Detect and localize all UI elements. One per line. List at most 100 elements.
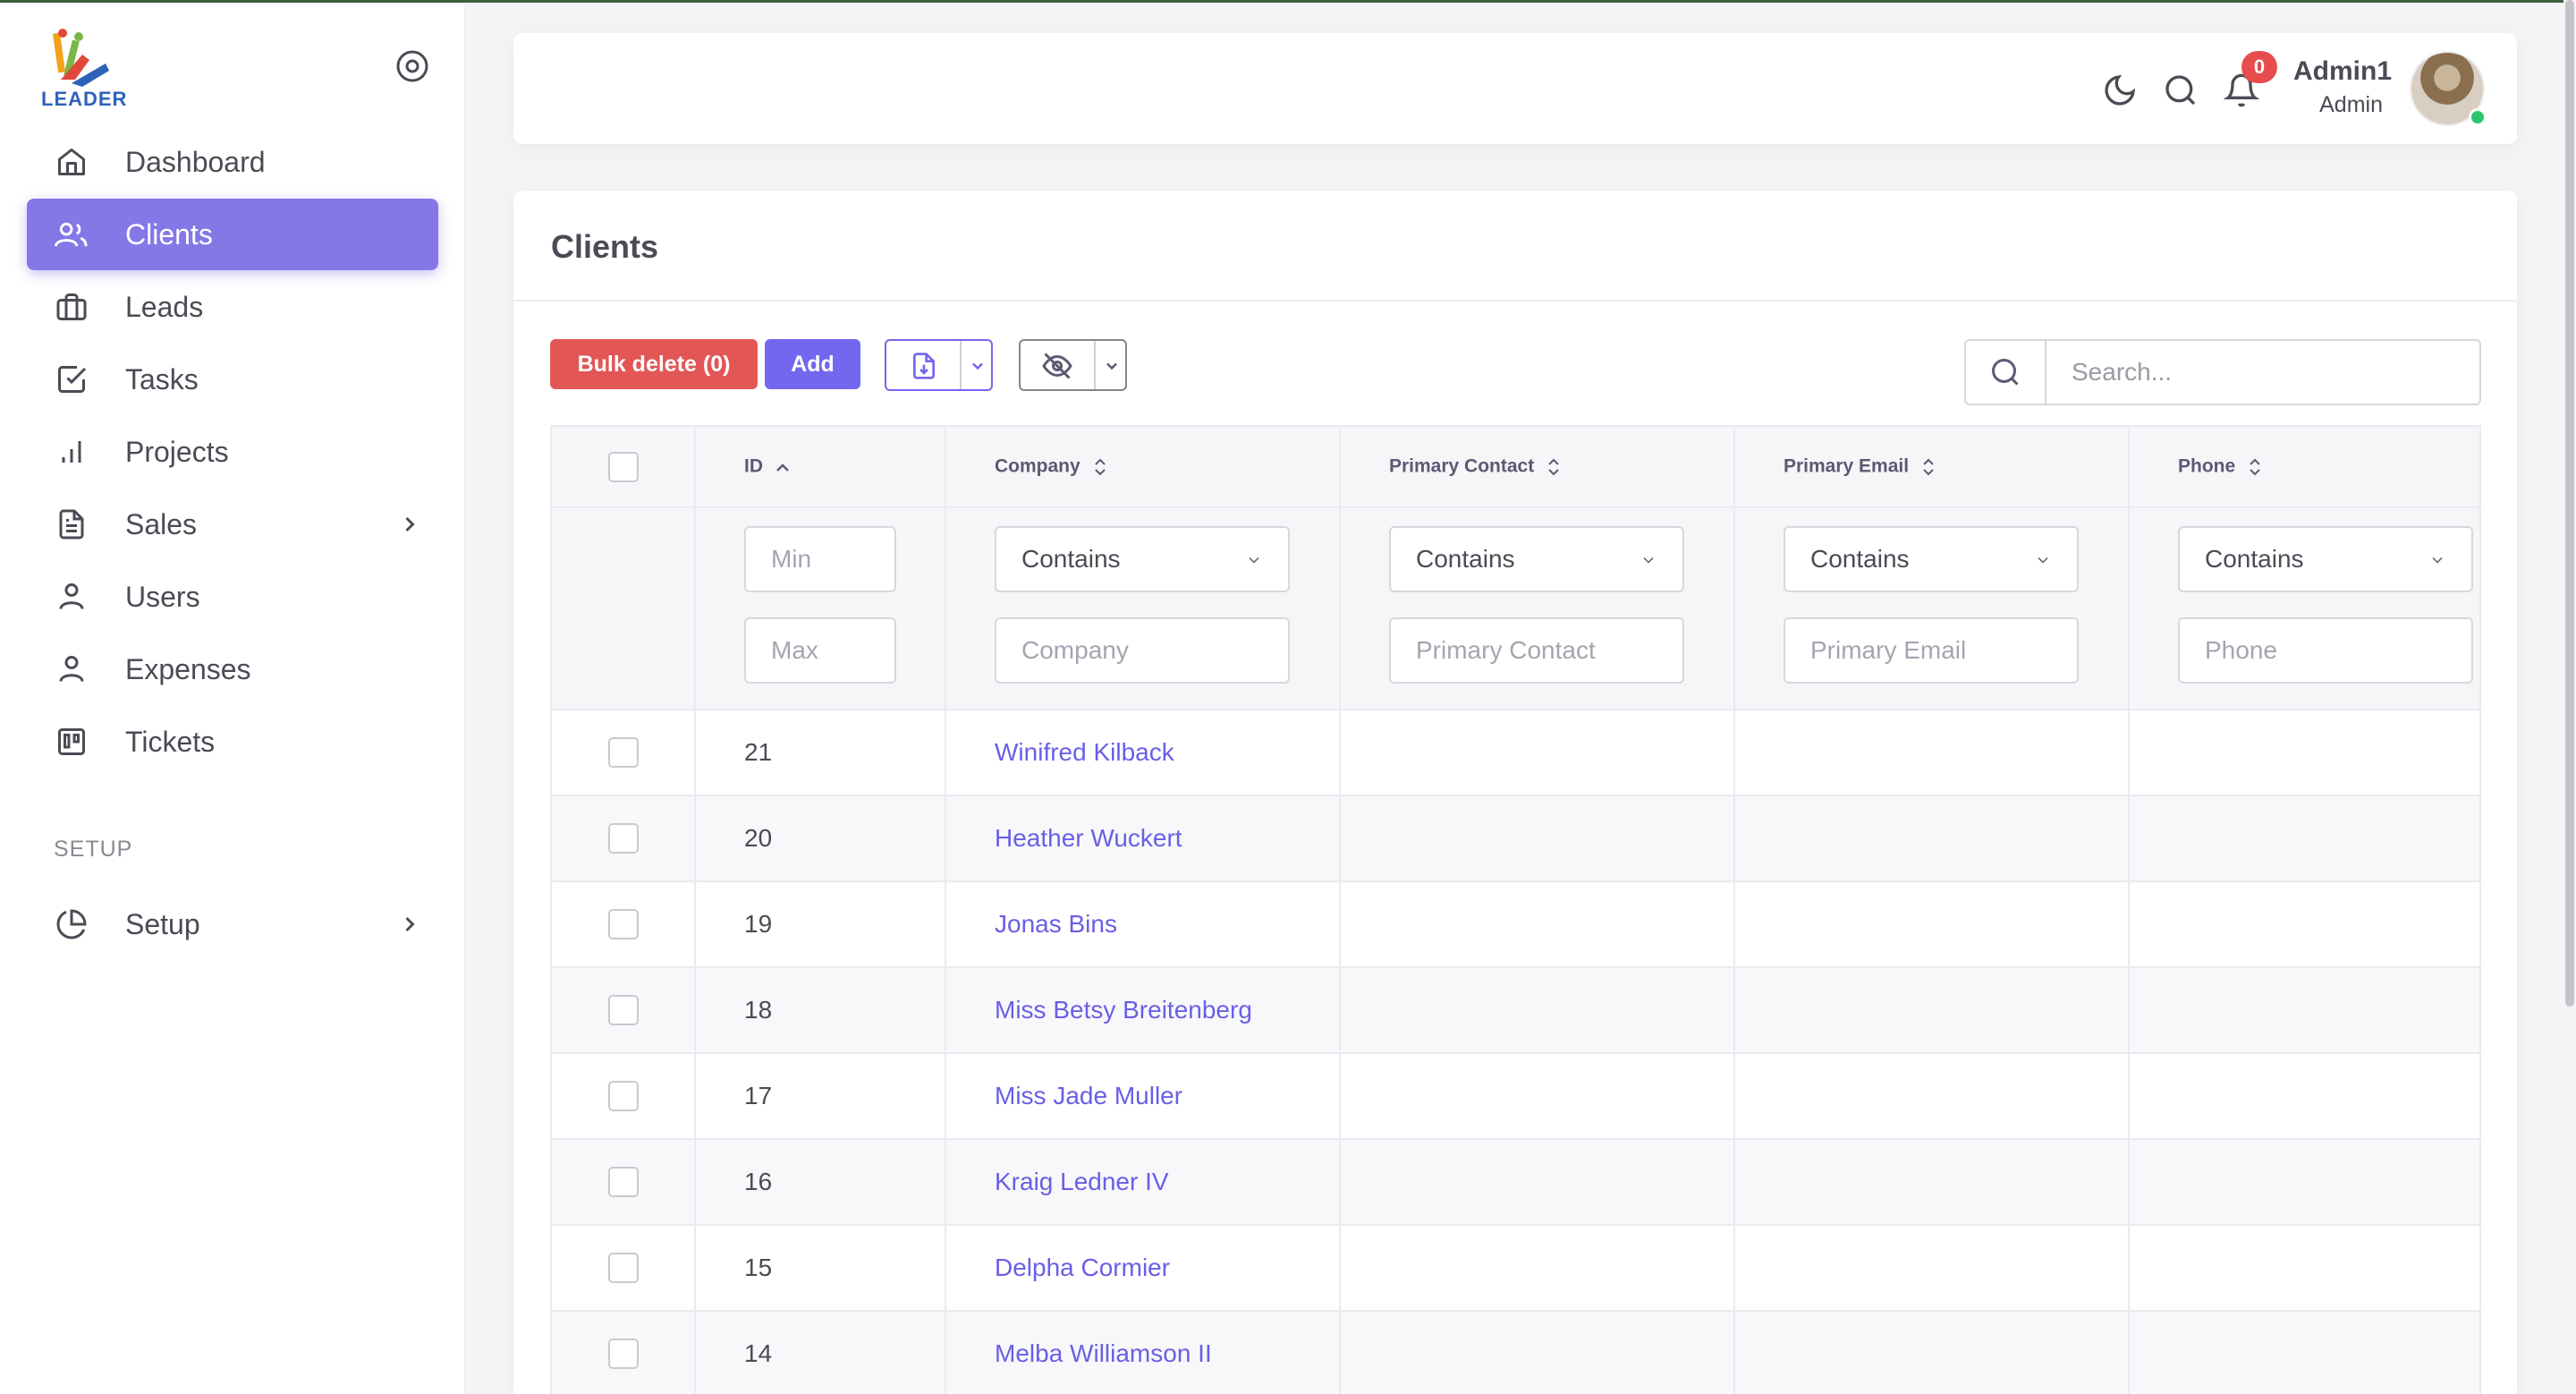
company-filter-input[interactable]: Company (995, 617, 1290, 684)
sidebar: LEADER Dashboard Clients Leads Tasks Pro… (0, 3, 465, 1394)
cell-email (1734, 1311, 2130, 1394)
row-checkbox[interactable] (607, 1081, 639, 1112)
sort-icon (1094, 458, 1106, 475)
row-checkbox[interactable] (607, 1167, 639, 1198)
cell-email (1734, 710, 2130, 796)
company-link[interactable]: Miss Jade Muller (995, 1082, 1182, 1109)
sidebar-item-sales[interactable]: Sales (27, 489, 438, 560)
phone-filter-input[interactable]: Phone (2178, 617, 2473, 684)
company-link[interactable]: Kraig Ledner IV (995, 1168, 1169, 1195)
sidebar-item-label: Clients (125, 217, 213, 251)
table-row: 15 Delpha Cormier (552, 1225, 2479, 1312)
company-link[interactable]: Melba Williamson II (995, 1339, 1212, 1367)
sidebar-item-clients[interactable]: Clients (27, 199, 438, 270)
column-header-primary-email[interactable]: Primary Email (1734, 427, 2130, 508)
cell-phone (2129, 1053, 2479, 1140)
company-link[interactable]: Jonas Bins (995, 910, 1117, 938)
column-header-id[interactable]: ID (695, 427, 946, 508)
sidebar-item-tasks[interactable]: Tasks (27, 344, 438, 415)
file-download-icon (913, 353, 935, 379)
company-link[interactable]: Heather Wuckert (995, 824, 1182, 852)
sidebar-item-tickets[interactable]: Tickets (27, 706, 438, 778)
chevron-down-icon (1643, 557, 1654, 564)
company-link[interactable]: Miss Betsy Breitenberg (995, 996, 1252, 1024)
user-icon (54, 579, 89, 615)
cell-id: 18 (695, 967, 946, 1054)
sidebar-nav: Dashboard Clients Leads Tasks Projects S… (27, 126, 438, 778)
column-visibility-button[interactable] (1019, 339, 1127, 391)
cell-id: 19 (695, 881, 946, 968)
cell-contact (1340, 710, 1735, 796)
logo-text: LEADER (41, 88, 128, 110)
notification-badge: 0 (2241, 51, 2277, 83)
row-checkbox[interactable] (607, 1339, 639, 1370)
id-min-input[interactable]: Min (744, 526, 896, 592)
company-link[interactable]: Delpha Cormier (995, 1254, 1170, 1281)
sidebar-toggle-icon[interactable] (394, 47, 431, 85)
row-checkbox[interactable] (607, 909, 639, 940)
sidebar-item-dashboard[interactable]: Dashboard (27, 126, 438, 198)
divider (513, 300, 2517, 302)
column-header-company[interactable]: Company (945, 427, 1341, 508)
cell-contact (1340, 967, 1735, 1054)
phone-filter-select[interactable]: Contains (2178, 526, 2473, 592)
sidebar-item-label: Users (125, 580, 200, 613)
company-filter-select[interactable]: Contains (995, 526, 1290, 592)
pie-chart-icon (54, 906, 89, 942)
table-row: 16 Kraig Ledner IV (552, 1139, 2479, 1226)
column-header-phone[interactable]: Phone (2129, 427, 2479, 508)
search-icon[interactable] (1966, 341, 2046, 404)
cell-email (1734, 967, 2130, 1054)
row-checkbox[interactable] (607, 823, 639, 854)
table-row: 19 Jonas Bins (552, 881, 2479, 968)
sidebar-item-label: Setup (125, 907, 200, 940)
sidebar-item-label: Dashboard (125, 145, 266, 178)
sidebar-item-leads[interactable]: Leads (27, 271, 438, 343)
home-icon (54, 144, 89, 180)
cell-contact (1340, 1225, 1735, 1312)
scrollbar-thumb[interactable] (2565, 0, 2574, 1007)
row-checkbox[interactable] (607, 737, 639, 769)
trello-icon (54, 724, 89, 760)
sidebar-item-expenses[interactable]: Expenses (27, 633, 438, 705)
sidebar-item-projects[interactable]: Projects (27, 416, 438, 488)
sidebar-item-setup[interactable]: Setup (27, 888, 438, 960)
table-row: 14 Melba Williamson II (552, 1311, 2479, 1394)
sidebar-item-label: Projects (125, 435, 229, 468)
sidebar-item-label: Tickets (125, 725, 216, 758)
export-dropdown-button[interactable] (885, 339, 993, 391)
table-row: 20 Heather Wuckert (552, 795, 2479, 882)
chevron-right-icon (405, 516, 415, 532)
user-icon (54, 651, 89, 687)
chevron-right-icon (405, 916, 415, 932)
moon-icon[interactable] (2102, 72, 2138, 108)
row-checkbox[interactable] (607, 1253, 639, 1284)
filter-cell-phone: Contains Phone (2129, 507, 2479, 710)
contact-filter-select[interactable]: Contains (1389, 526, 1684, 592)
email-filter-input[interactable]: Primary Email (1784, 617, 2079, 684)
search-input[interactable] (2048, 341, 2479, 404)
id-max-input[interactable]: Max (744, 617, 896, 684)
user-name[interactable]: Admin1 (2293, 56, 2392, 87)
cell-contact (1340, 1311, 1735, 1394)
cell-phone (2129, 967, 2479, 1054)
select-all-cell (552, 427, 696, 508)
clients-table: ID Company Primary Contact Primary Email (550, 425, 2481, 1394)
add-button[interactable]: Add (765, 339, 860, 389)
select-all-checkbox[interactable] (607, 451, 639, 482)
contact-filter-input[interactable]: Primary Contact (1389, 617, 1684, 684)
sort-ascending-icon (775, 463, 789, 472)
company-link[interactable]: Winifred Kilback (995, 738, 1174, 766)
email-filter-select[interactable]: Contains (1784, 526, 2079, 592)
row-checkbox[interactable] (607, 995, 639, 1026)
sidebar-item-users[interactable]: Users (27, 561, 438, 633)
search-icon[interactable] (2163, 72, 2199, 108)
cell-email (1734, 1225, 2130, 1312)
sidebar-item-label: Expenses (125, 652, 251, 685)
column-header-primary-contact[interactable]: Primary Contact (1340, 427, 1735, 508)
cell-phone (2129, 1139, 2479, 1226)
clients-card: Clients Bulk delete (0) Add ID (513, 191, 2517, 1394)
bulk-delete-button[interactable]: Bulk delete (0) (550, 339, 758, 389)
filter-cell-company: Contains Company (945, 507, 1341, 710)
cell-id: 20 (695, 795, 946, 882)
